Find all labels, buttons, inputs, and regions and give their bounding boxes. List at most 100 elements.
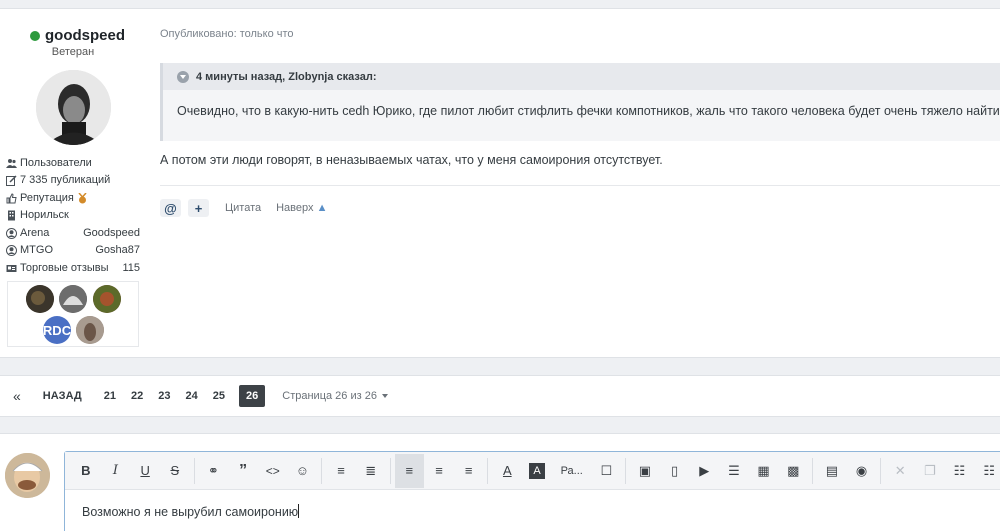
tag-icon[interactable]: ▶ xyxy=(689,456,719,486)
badge[interactable] xyxy=(59,285,87,313)
page-link[interactable]: 25 xyxy=(206,385,232,407)
align-left-icon[interactable]: ≡ xyxy=(394,453,425,488)
underline-button[interactable]: U xyxy=(130,456,160,486)
toolbar-divider xyxy=(812,457,814,484)
pagination: « НАЗАД 21 22 23 24 25 26 Страница 26 из… xyxy=(0,375,1000,417)
multiquote-button[interactable]: + xyxy=(188,199,209,217)
post-body: А потом эти люди говорят, в неназываемых… xyxy=(160,153,663,167)
numbered-list-icon[interactable]: ≣ xyxy=(356,456,386,486)
page-link[interactable]: 22 xyxy=(124,385,150,407)
mtgo-value: Gosha87 xyxy=(95,244,140,256)
first-page-button[interactable]: « xyxy=(6,383,28,409)
group-label[interactable]: Пользователи xyxy=(20,157,92,169)
divider xyxy=(160,185,1000,186)
quote-citation[interactable]: 4 минуты назад, Zlobynja сказал: xyxy=(196,71,377,83)
window-icon[interactable]: ▩ xyxy=(778,456,808,486)
mtgo-label: MTGO xyxy=(20,244,53,256)
edit-icon xyxy=(6,174,17,186)
author-panel: goodspeed Ветеран Пользователи 7 335 пуб… xyxy=(0,9,146,359)
trade-reviews-label[interactable]: Торговые отзывы xyxy=(20,262,109,274)
arena-label: Arena xyxy=(20,227,50,239)
font-size-label[interactable]: Ра... xyxy=(561,465,583,477)
paste-icon[interactable]: ☷ xyxy=(945,456,975,486)
page-jump-label[interactable]: Страница 26 из 26 xyxy=(282,390,377,402)
info-row-location: Норильск xyxy=(6,207,140,223)
info-row-posts[interactable]: 7 335 публикаций xyxy=(6,172,140,188)
font-size-dropdown[interactable]: Ра... xyxy=(552,456,592,486)
mention-button[interactable]: @ xyxy=(160,199,181,217)
building-icon xyxy=(6,210,17,221)
media-icon[interactable]: ▣ xyxy=(630,456,660,486)
grid-icon[interactable]: ▦ xyxy=(749,456,779,486)
paste-text-icon[interactable]: ☷ xyxy=(974,456,1000,486)
page-jump-dropdown[interactable]: Страница 26 из 26 xyxy=(282,390,388,402)
id-card-icon xyxy=(6,263,17,274)
rich-text-editor[interactable]: B I U S ⚭ ” <> ☺ ≡ ≣ ≡ ≡ ≡ A A Ра... ☐ ▣… xyxy=(64,451,1000,531)
toolbar-divider xyxy=(880,457,882,484)
text-color-icon[interactable]: A xyxy=(492,456,522,486)
avatar-image xyxy=(5,453,50,498)
bold-button[interactable]: B xyxy=(71,456,101,486)
post-timestamp[interactable]: Опубликовано: только что xyxy=(160,28,294,40)
page-link[interactable]: 21 xyxy=(97,385,123,407)
badge[interactable] xyxy=(26,285,54,313)
info-row-group[interactable]: Пользователи xyxy=(6,155,140,171)
link-icon[interactable]: ⚭ xyxy=(199,456,229,486)
quote-header[interactable]: 4 минуты назад, Zlobynja сказал: xyxy=(163,63,1000,90)
badge-rdc-text: RDC xyxy=(43,322,71,338)
prev-page-button[interactable]: НАЗАД xyxy=(36,385,89,407)
quote-body: Очевидно, что в какую-нить cedh Юрико, г… xyxy=(177,104,1000,118)
author-rank: Ветеран xyxy=(51,46,95,58)
post-content: Опубликовано: только что 4 минуты назад,… xyxy=(146,9,1000,359)
current-page[interactable]: 26 xyxy=(239,385,266,407)
author-name-text[interactable]: goodspeed xyxy=(45,27,125,44)
info-row-reputation: Репутация xyxy=(6,190,140,206)
info-row-mtgo: MTGO Gosha87 xyxy=(6,242,140,258)
back-to-top-label[interactable]: Наверх xyxy=(276,202,313,214)
editor-text-value[interactable]: Возможно я не вырубил самоиронию xyxy=(82,505,298,519)
toolbar-divider xyxy=(321,457,323,484)
emoji-icon[interactable]: ☺ xyxy=(288,456,318,486)
author-name[interactable]: goodspeed xyxy=(30,27,125,44)
post: goodspeed Ветеран Пользователи 7 335 пуб… xyxy=(0,8,1000,358)
italic-button[interactable]: I xyxy=(101,456,131,486)
code-icon[interactable]: <> xyxy=(258,456,288,486)
background-color-icon[interactable]: A xyxy=(529,462,545,479)
quote-block: 4 минуты назад, Zlobynja сказал: Очевидн… xyxy=(160,63,1000,141)
badge[interactable] xyxy=(76,316,104,344)
quote-link[interactable]: Цитата xyxy=(225,202,261,214)
page-link[interactable]: 24 xyxy=(179,385,205,407)
editor-content[interactable]: Возможно я не вырубил самоиронию xyxy=(82,504,300,519)
thumbs-up-icon xyxy=(6,192,17,204)
avatar-image xyxy=(36,70,111,145)
bullet-list-icon[interactable]: ≡ xyxy=(326,456,356,486)
toolbar-divider xyxy=(487,457,489,484)
preview-icon[interactable]: ☐ xyxy=(591,456,621,486)
avatar[interactable] xyxy=(36,70,111,145)
align-center-icon[interactable]: ≡ xyxy=(424,456,454,486)
toolbar-divider xyxy=(389,457,391,484)
page-link[interactable]: 23 xyxy=(151,385,177,407)
list-icon[interactable]: ☰ xyxy=(719,456,749,486)
post-actions: @ + Цитата Наверх ▲ xyxy=(160,199,333,217)
cut-icon[interactable]: ✕ xyxy=(885,456,915,486)
eye-icon[interactable]: ◉ xyxy=(847,456,877,486)
back-to-top-link[interactable]: Наверх ▲ xyxy=(276,202,327,214)
align-right-icon[interactable]: ≡ xyxy=(454,456,484,486)
info-row-trade-reviews[interactable]: Торговые отзывы 115 xyxy=(6,260,140,276)
current-user-avatar[interactable] xyxy=(5,453,50,498)
location-label: Норильск xyxy=(20,209,69,221)
online-indicator xyxy=(30,30,40,41)
trade-reviews-value[interactable]: 115 xyxy=(122,262,140,274)
achievement-badges: RDC xyxy=(7,281,139,347)
copy-icon[interactable]: ❐ xyxy=(915,456,945,486)
quote-expand-icon[interactable] xyxy=(177,70,189,83)
user-circle-icon xyxy=(6,244,17,256)
badge[interactable] xyxy=(93,285,121,313)
comments-icon[interactable]: ▤ xyxy=(817,456,847,486)
strikethrough-button[interactable]: S xyxy=(160,456,190,486)
badge-rdc[interactable]: RDC xyxy=(43,316,71,344)
posts-label[interactable]: 7 335 публикаций xyxy=(20,174,110,186)
blockquote-icon[interactable]: ” xyxy=(228,456,258,486)
mobile-icon[interactable]: ▯ xyxy=(660,456,690,486)
